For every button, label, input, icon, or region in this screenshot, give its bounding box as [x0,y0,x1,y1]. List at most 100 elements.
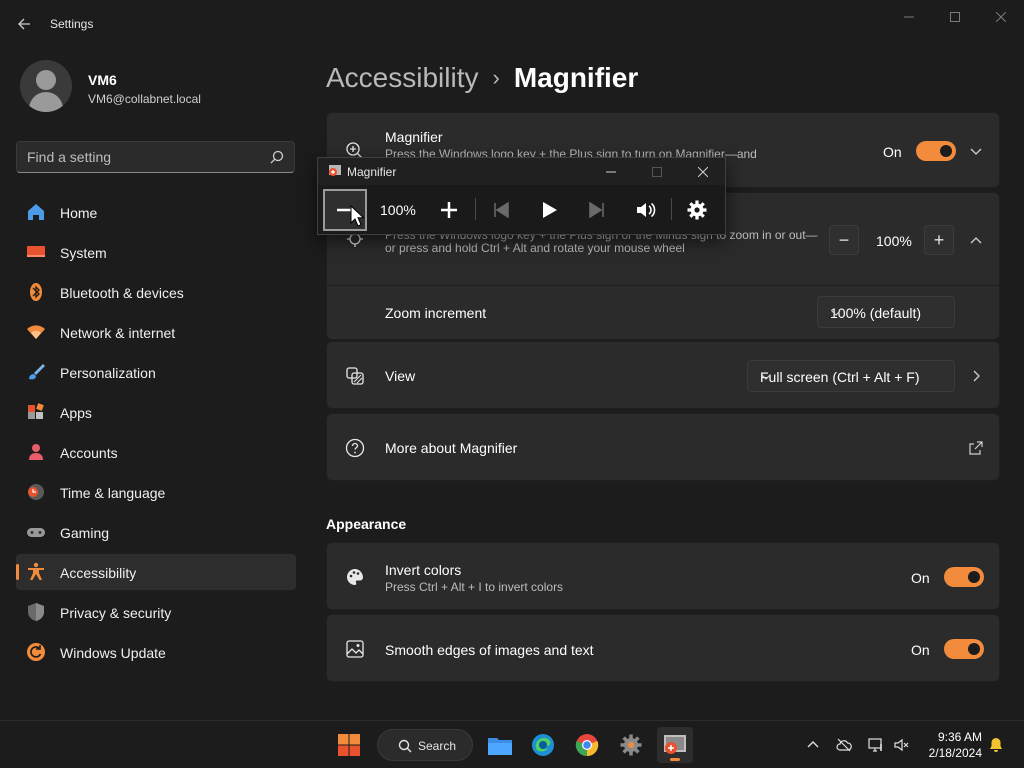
sidebar-item-label: Apps [60,405,92,421]
zoom-increment-dropdown[interactable]: 100% (default) [817,296,955,328]
sidebar-item-personalization[interactable]: Personalization [16,354,296,390]
sidebar-item-label: Time & language [60,485,166,501]
sidebar-item-network[interactable]: Network & internet [16,314,296,350]
sidebar-item-label: Bluetooth & devices [60,285,184,301]
invert-colors-toggle[interactable] [944,567,984,587]
file-explorer-icon[interactable] [482,727,518,763]
search-box [16,141,295,173]
sidebar-item-home[interactable]: Home [16,194,296,230]
apps-icon [26,402,46,422]
breadcrumb-parent[interactable]: Accessibility [326,62,478,94]
appearance-heading: Appearance [326,516,407,532]
sidebar-item-system[interactable]: System [16,234,296,270]
read-from-here-icon[interactable] [623,189,667,231]
brush-icon [26,362,46,382]
smooth-edges-card[interactable]: Smooth edges of images and text On [326,614,1000,682]
breadcrumb-chevron-icon: › [492,65,500,90]
magnifier-toggle[interactable] [916,141,956,161]
sidebar-item-bluetooth[interactable]: Bluetooth & devices [16,274,296,310]
sidebar-item-accessibility[interactable]: Accessibility [16,554,296,590]
back-arrow-icon[interactable] [12,12,36,36]
maximize-button[interactable] [932,8,978,26]
zoom-increment-value: 100% (default) [830,305,922,321]
close-button[interactable] [978,8,1024,26]
search-icon[interactable] [270,150,284,164]
help-icon [345,438,365,458]
chevron-down-icon [830,306,842,318]
volume-muted-icon[interactable] [893,737,909,753]
magnifier-title-bar[interactable]: Magnifier [318,158,725,185]
taskbar-clock[interactable]: 9:36 AM 2/18/2024 [916,729,982,761]
invert-colors-card[interactable]: Invert colors Press Ctrl + Alt + I to in… [326,542,1000,610]
edge-browser-icon[interactable] [525,727,561,763]
sidebar-item-gaming[interactable]: Gaming [16,514,296,550]
magnifier-settings-gear-icon[interactable] [675,189,719,231]
search-input[interactable] [17,142,257,172]
view-value: Full screen (Ctrl + Alt + F) [760,369,920,385]
clock-date: 2/18/2024 [928,746,982,760]
sidebar-item-label: Privacy & security [60,605,172,621]
sidebar-item-label: Home [60,205,98,221]
settings-gear-icon[interactable] [613,727,649,763]
sidebar-item-label: Gaming [60,525,110,541]
invert-colors-toggle-state: On [911,570,930,586]
chrome-browser-icon[interactable] [569,727,605,763]
zoom-plus-button[interactable]: + [924,225,954,255]
start-button[interactable] [331,727,367,763]
chevron-down-icon[interactable] [968,143,984,159]
chevron-right-icon[interactable] [968,368,984,384]
chevron-up-icon[interactable] [805,737,821,753]
bluetooth-icon [26,282,46,302]
update-icon [26,642,46,662]
page-title: Magnifier [513,62,639,93]
minimize-button[interactable] [886,8,932,26]
taskbar: Search 9:36 AM 2/18/2024 [0,720,1024,768]
divider [671,198,672,220]
zoom-value: 100% [876,233,912,249]
sidebar-item-windows-update[interactable]: Windows Update [16,634,296,670]
active-app-indicator [670,758,680,761]
more-about-card[interactable]: More about Magnifier [326,413,1000,481]
magnifier-minimize-button[interactable] [598,162,624,182]
smooth-edges-toggle-state: On [911,642,930,658]
sidebar-item-label: Windows Update [60,645,166,661]
magnifier-toggle-state: On [883,144,902,160]
magnifier-maximize-button [644,162,670,182]
shield-icon [26,602,46,622]
zoom-increment-title: Zoom increment [385,305,487,321]
person-icon [26,442,46,462]
wifi-icon [26,322,46,342]
zoom-minus-button[interactable]: − [829,225,859,255]
sidebar-item-label: Accessibility [60,565,137,581]
view-setting-card[interactable]: View Full screen (Ctrl + Alt + F) [326,341,1000,409]
network-icon[interactable] [868,737,884,753]
onedrive-offline-icon[interactable] [836,737,852,753]
skip-previous-icon [479,189,523,231]
view-title: View [385,368,416,384]
sidebar-item-apps[interactable]: Apps [16,394,296,430]
taskbar-search-button[interactable]: Search [377,729,473,761]
avatar [20,60,72,112]
external-link-icon[interactable] [968,440,984,456]
sidebar-item-accounts[interactable]: Accounts [16,434,296,470]
magnifier-controls: 100% [318,185,725,234]
home-icon [26,202,46,222]
notification-bell-icon[interactable] [988,737,1004,753]
magnifier-zoom-in-button[interactable] [427,189,471,231]
sidebar-nav: Home System Bluetooth & devices Network … [16,194,296,674]
view-dropdown[interactable]: Full screen (Ctrl + Alt + F) [747,360,955,392]
magnifier-zoom-level: 100% [380,202,416,218]
magnifier-app-button[interactable] [657,727,693,763]
accessibility-icon [26,562,46,582]
chevron-up-icon[interactable] [968,233,984,249]
taskbar-search-label: Search [418,739,457,753]
sidebar-item-time-language[interactable]: Time & language [16,474,296,510]
play-icon[interactable] [527,189,571,231]
magnifier-close-button[interactable] [690,162,716,182]
sidebar-item-label: System [60,245,107,261]
divider [475,198,476,220]
sidebar-item-privacy-security[interactable]: Privacy & security [16,594,296,630]
sidebar-item-label: Network & internet [60,325,176,341]
view-icon [345,366,365,386]
smooth-edges-toggle[interactable] [944,639,984,659]
